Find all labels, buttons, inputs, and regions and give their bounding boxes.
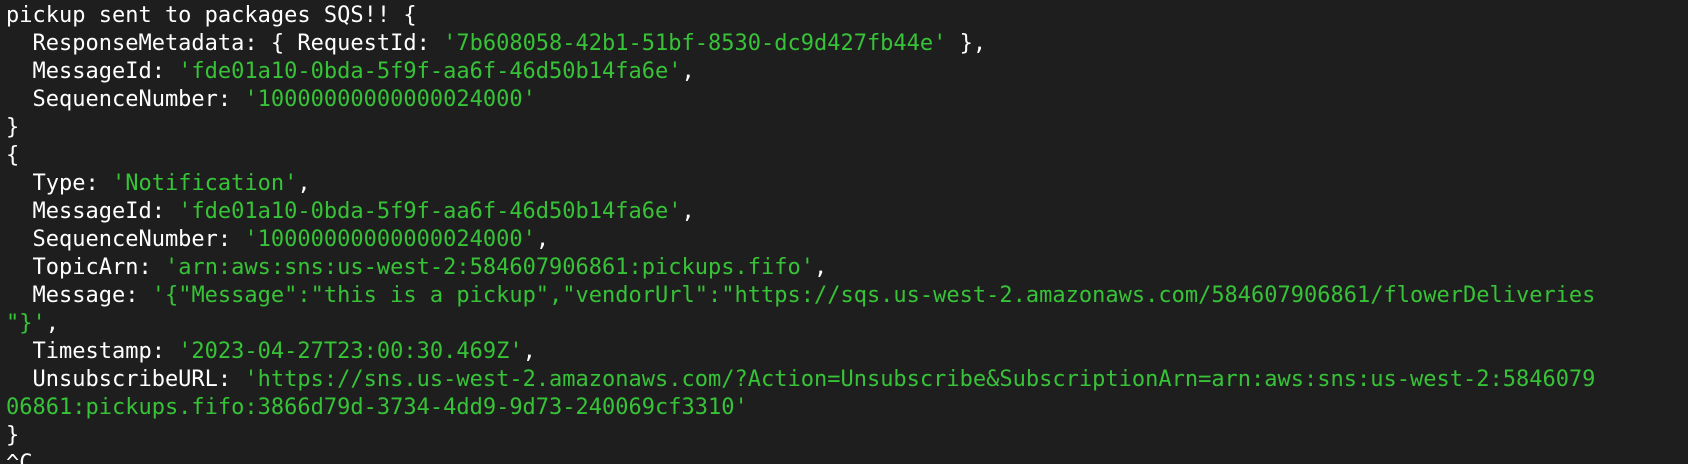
string-value: '10000000000000024000' <box>244 87 536 112</box>
string-value: '2023-04-27T23:00:30.469Z' <box>178 339 523 364</box>
terminal-line: SequenceNumber: '10000000000000024000' <box>0 86 1688 114</box>
string-value: '{"Message":"this is a pickup","vendorUr… <box>151 283 1596 308</box>
output-text: Type: <box>6 171 112 196</box>
output-text: } <box>6 423 20 448</box>
terminal-line: MessageId: 'fde01a10-0bda-5f9f-aa6f-46d5… <box>0 198 1688 226</box>
output-text: ^C <box>6 451 33 464</box>
output-text: ResponseMetadata: { RequestId: <box>6 31 444 56</box>
string-value: 06861:pickups.fifo:3866d79d-3734-4dd9-9d… <box>6 395 748 420</box>
terminal-line: Message: '{"Message":"this is a pickup",… <box>0 282 1688 310</box>
terminal-line: SequenceNumber: '10000000000000024000', <box>0 226 1688 254</box>
string-value: 'https://sns.us-west-2.amazonaws.com/?Ac… <box>244 367 1596 392</box>
terminal-line: ResponseMetadata: { RequestId: '7b608058… <box>0 30 1688 58</box>
output-text: , <box>535 227 550 252</box>
output-text: Timestamp: <box>6 339 179 364</box>
output-text: } <box>6 115 20 140</box>
string-value: '10000000000000024000' <box>244 227 536 252</box>
terminal-line: UnsubscribeURL: 'https://sns.us-west-2.a… <box>0 366 1688 394</box>
output-text: SequenceNumber: <box>6 227 245 252</box>
output-text: Message: <box>6 283 152 308</box>
output-text: , <box>681 199 695 224</box>
terminal-line: Type: 'Notification', <box>0 170 1688 198</box>
output-text: , <box>45 311 59 336</box>
terminal-window[interactable]: pickup sent to packages SQS!! { Response… <box>0 0 1688 464</box>
string-value: 'fde01a10-0bda-5f9f-aa6f-46d50b14fa6e' <box>178 59 682 84</box>
terminal-line: Timestamp: '2023-04-27T23:00:30.469Z', <box>0 338 1688 366</box>
output-text: , <box>813 255 828 280</box>
terminal-line: } <box>0 114 1688 142</box>
terminal-line: MessageId: 'fde01a10-0bda-5f9f-aa6f-46d5… <box>0 58 1688 86</box>
output-text: }, <box>946 31 987 56</box>
output-text: , <box>522 339 536 364</box>
output-text: UnsubscribeURL: <box>6 367 245 392</box>
terminal-line: { <box>0 142 1688 170</box>
output-text: , <box>681 59 695 84</box>
string-value: 'Notification' <box>111 171 298 196</box>
output-text: MessageId: <box>6 59 179 84</box>
terminal-line: "}', <box>0 310 1688 338</box>
terminal-line: 06861:pickups.fifo:3866d79d-3734-4dd9-9d… <box>0 394 1688 422</box>
output-text: { <box>6 143 20 168</box>
output-text: MessageId: <box>6 199 179 224</box>
terminal-line: ^C <box>0 450 1688 464</box>
output-text: TopicArn: <box>6 255 165 280</box>
output-text: , <box>297 171 311 196</box>
terminal-line: } <box>0 422 1688 450</box>
output-text: pickup sent to packages SQS!! { <box>6 3 417 28</box>
terminal-line: TopicArn: 'arn:aws:sns:us-west-2:5846079… <box>0 254 1688 282</box>
terminal-line: pickup sent to packages SQS!! { <box>0 2 1688 30</box>
string-value: '7b608058-42b1-51bf-8530-dc9d427fb44e' <box>443 31 947 56</box>
string-value: 'arn:aws:sns:us-west-2:584607906861:pick… <box>164 255 814 280</box>
string-value: "}' <box>6 311 46 336</box>
string-value: 'fde01a10-0bda-5f9f-aa6f-46d50b14fa6e' <box>178 199 682 224</box>
output-text: SequenceNumber: <box>6 87 245 112</box>
